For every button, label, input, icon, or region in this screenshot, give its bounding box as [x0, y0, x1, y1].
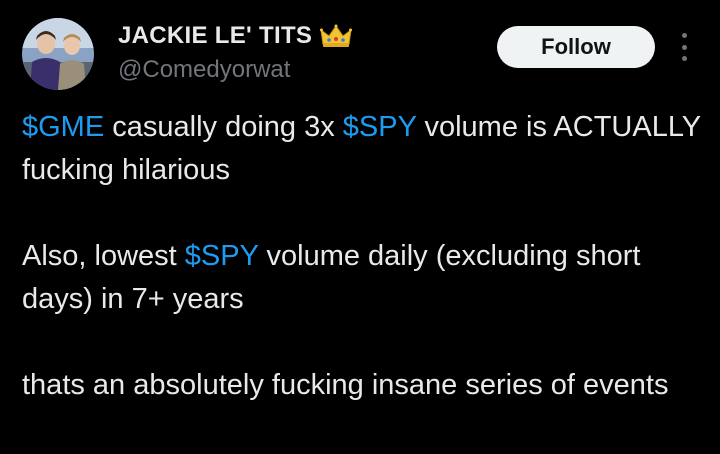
follow-button[interactable]: Follow: [497, 26, 655, 68]
cashtag-link[interactable]: $GME: [22, 111, 104, 143]
tweet-text: $GME casually doing 3x $SPY volume is AC…: [22, 106, 702, 407]
tweet-paragraph-2: Also, lowest $SPY volume daily (excludin…: [22, 235, 702, 321]
author-display-name[interactable]: JACKIE LE' TITS: [118, 22, 312, 50]
tweet-paragraph-3: thats an absolutely fucking insane serie…: [22, 364, 702, 407]
more-dot: [681, 56, 687, 61]
cashtag-link[interactable]: $SPY: [343, 111, 417, 143]
crown-icon: [320, 24, 353, 48]
author-handle[interactable]: @Comedyorwat: [118, 56, 290, 84]
more-vertical-icon[interactable]: [672, 30, 696, 64]
author-name-row: JACKIE LE' TITS: [118, 22, 353, 50]
tweet-text-span: thats an absolutely fucking insane serie…: [22, 369, 669, 401]
tweet-text-span: Also, lowest: [22, 240, 185, 272]
tweet-paragraph-1: $GME casually doing 3x $SPY volume is AC…: [22, 106, 702, 192]
avatar[interactable]: [22, 18, 94, 90]
cashtag-link[interactable]: $SPY: [185, 240, 259, 272]
tweet-text-span: casually doing 3x: [104, 111, 343, 143]
tweet-card: JACKIE LE' TITS @Comedyorwat Follow $GME…: [0, 0, 720, 454]
more-dot: [681, 44, 687, 50]
avatar-photo: [22, 18, 94, 90]
more-dot: [681, 33, 687, 38]
